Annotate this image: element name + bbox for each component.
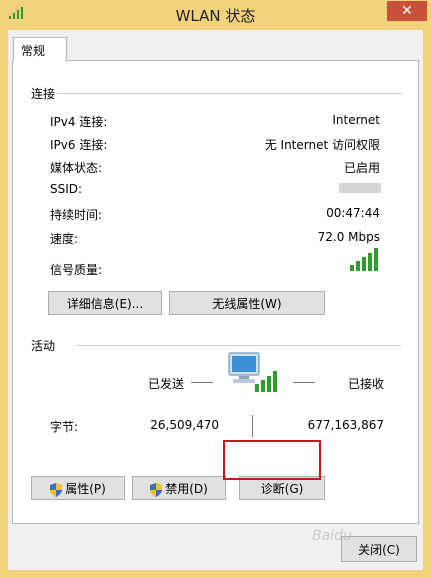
connection-section-label: 连接 xyxy=(31,87,56,101)
tab-general-label: 常规 xyxy=(21,44,46,58)
connection-separator xyxy=(57,93,402,94)
general-panel: 连接 IPv4 连接: Internet IPv6 连接: 无 Internet… xyxy=(12,60,419,524)
window-title: WLAN 状态 xyxy=(175,7,256,25)
activity-section-label: 活动 xyxy=(31,339,56,353)
title-bar: WLAN 状态 ✕ xyxy=(0,0,431,30)
uac-shield-icon xyxy=(50,482,63,497)
baidu-watermark: Baidu xyxy=(312,528,352,544)
signal-quality-label: 信号质量: xyxy=(50,263,103,277)
ssid-value-redacted xyxy=(339,183,381,193)
media-state-label: 媒体状态: xyxy=(50,161,103,175)
properties-button-label: 属性(P) xyxy=(65,482,106,496)
close-window-button[interactable]: ✕ xyxy=(387,1,427,21)
media-state-value: 已启用 xyxy=(343,161,380,175)
ipv6-value: 无 Internet 访问权限 xyxy=(264,138,380,152)
wlan-status-window: WLAN 状态 ✕ 常规 连接 IPv4 连接: Internet IPv6 连… xyxy=(0,0,431,578)
bytes-divider xyxy=(252,415,253,437)
bytes-label: 字节: xyxy=(50,420,79,434)
ipv6-label: IPv6 连接: xyxy=(50,138,108,152)
speed-label: 速度: xyxy=(50,232,79,246)
uac-shield-icon xyxy=(150,482,163,497)
dialog-client-area: 常规 连接 IPv4 连接: Internet IPv6 连接: 无 Inter… xyxy=(8,30,423,570)
bytes-sent-value: 26,509,470 xyxy=(150,418,219,432)
duration-value: 00:47:44 xyxy=(326,206,380,220)
wireless-properties-button[interactable]: 无线属性(W) xyxy=(169,291,325,315)
activity-separator xyxy=(77,345,401,346)
sent-label: 已发送 xyxy=(148,377,185,391)
signal-bars-icon xyxy=(350,248,378,271)
details-button[interactable]: 详细信息(E)... xyxy=(48,291,162,315)
network-computer-icon xyxy=(228,352,277,392)
tab-general[interactable]: 常规 xyxy=(13,37,67,62)
highlight-box xyxy=(223,440,321,480)
speed-value: 72.0 Mbps xyxy=(317,230,380,244)
ipv4-label: IPv4 连接: xyxy=(50,115,108,129)
bytes-received-value: 677,163,867 xyxy=(307,418,384,432)
received-connector-line xyxy=(293,382,315,383)
duration-label: 持续时间: xyxy=(50,208,103,222)
ssid-label: SSID: xyxy=(50,182,83,196)
received-label: 已接收 xyxy=(347,377,384,391)
ipv4-value: Internet xyxy=(332,113,380,127)
disable-button[interactable]: 禁用(D) xyxy=(132,476,226,500)
close-button[interactable]: 关闭(C) xyxy=(341,536,417,562)
sent-connector-line xyxy=(191,382,213,383)
disable-button-label: 禁用(D) xyxy=(165,482,208,496)
properties-button[interactable]: 属性(P) xyxy=(31,476,125,500)
